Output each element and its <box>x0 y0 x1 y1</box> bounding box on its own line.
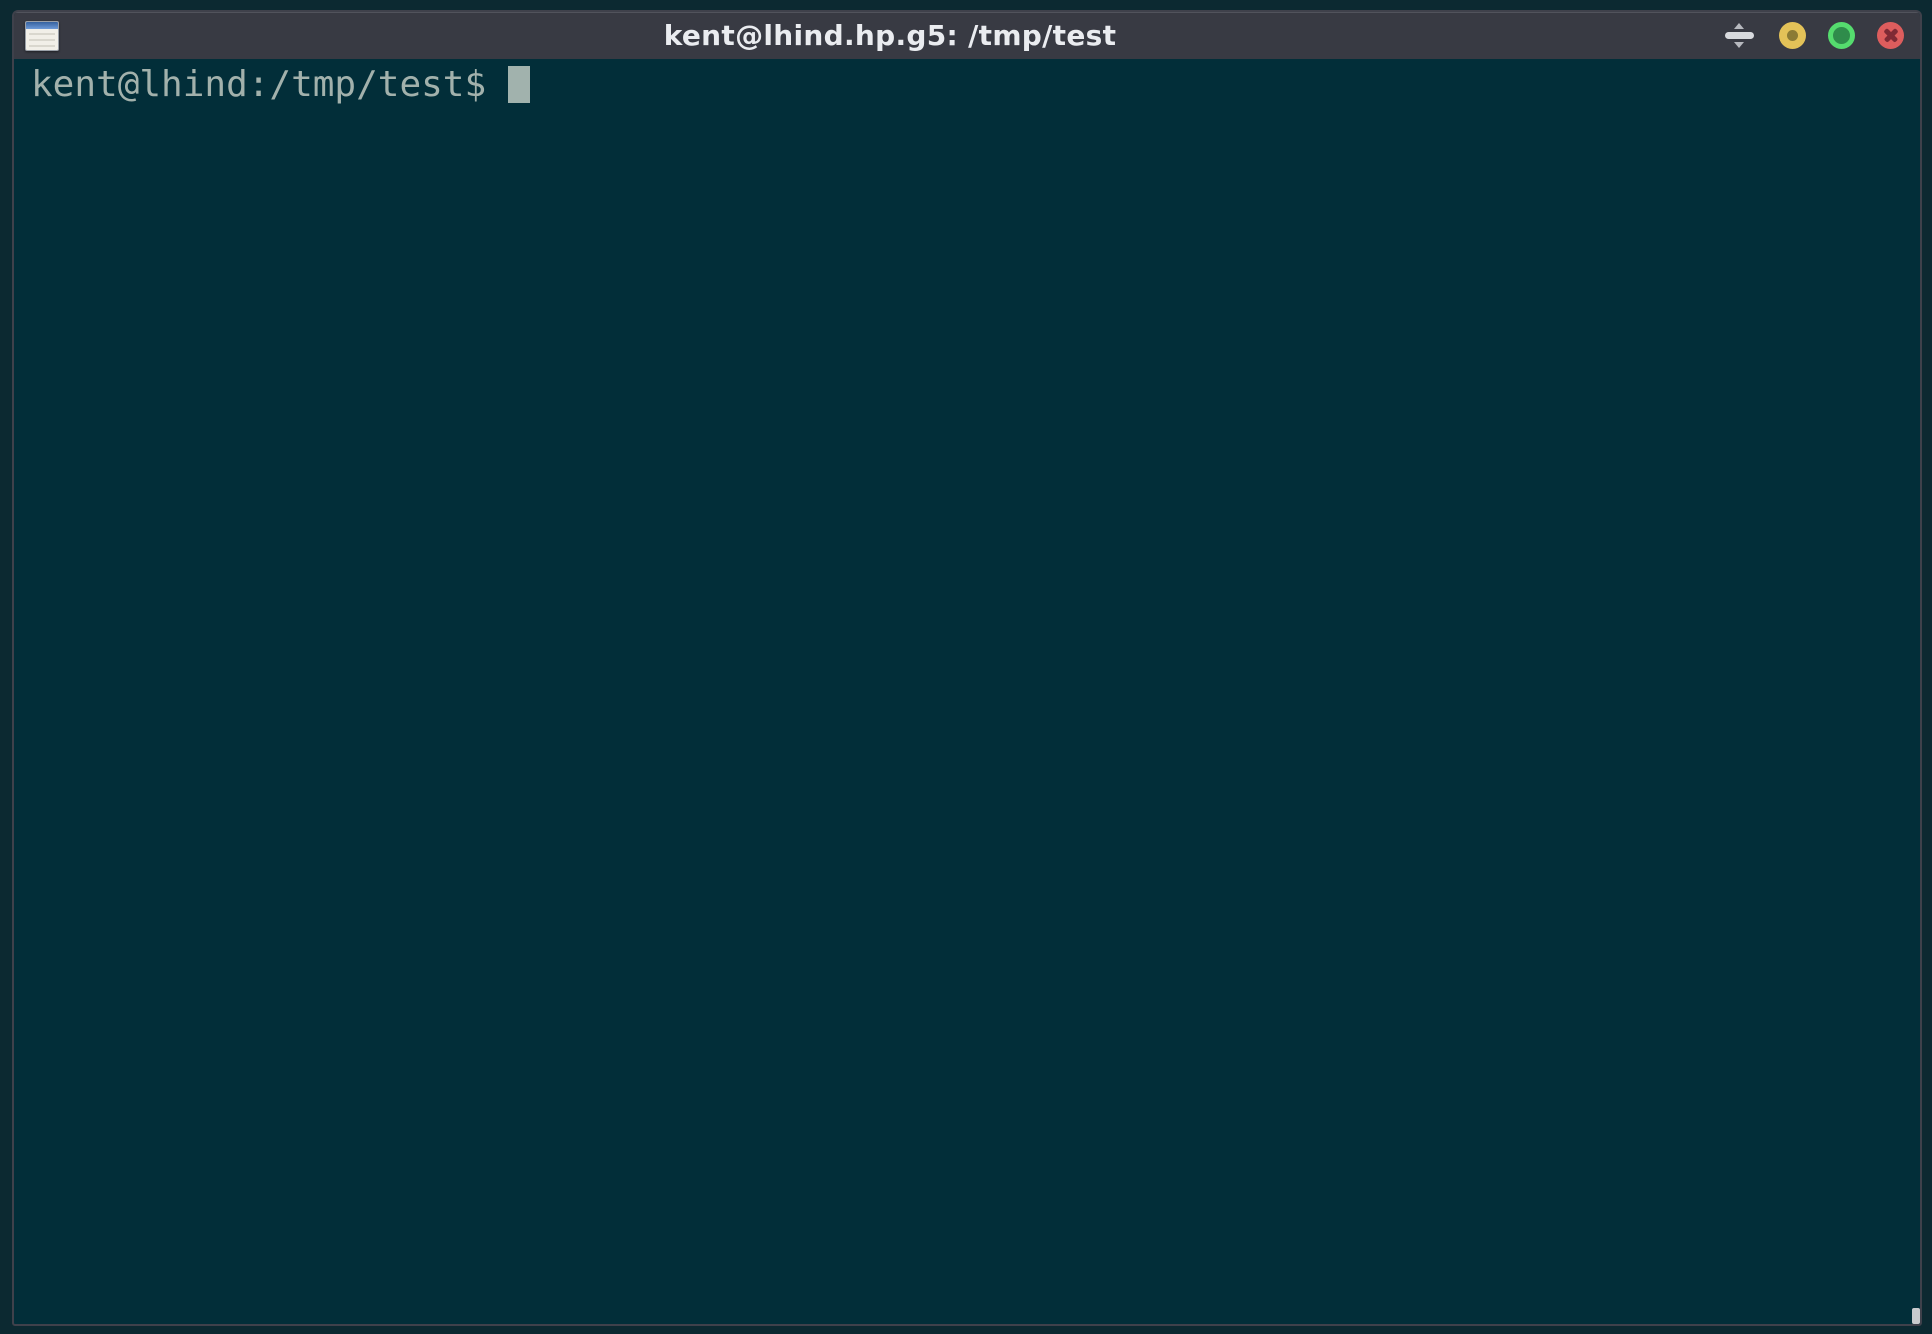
prompt-text: kent@lhind:/tmp/test$ <box>31 64 487 105</box>
window-title: kent@lhind.hp.g5: /tmp/test <box>663 19 1117 52</box>
shade-bar-icon <box>1724 32 1754 39</box>
terminal-cursor <box>508 66 531 103</box>
terminal-screen[interactable]: kent@lhind:/tmp/test$ <box>14 59 1920 1324</box>
prompt-line: kent@lhind:/tmp/test$ <box>31 65 1920 104</box>
minimize-button[interactable] <box>1779 22 1806 49</box>
shade-down-arrow-icon <box>1734 42 1744 48</box>
shade-button[interactable] <box>1721 18 1757 54</box>
terminal-app-icon[interactable] <box>25 20 59 51</box>
window-controls <box>1721 18 1904 54</box>
title-bar[interactable]: kent@lhind.hp.g5: /tmp/test <box>14 12 1920 59</box>
terminal-window: kent@lhind.hp.g5: /tmp/test kent@lhind:/… <box>12 10 1922 1326</box>
scrollbar-thumb[interactable] <box>1912 1308 1920 1324</box>
close-button[interactable] <box>1877 22 1904 49</box>
shade-up-arrow-icon <box>1734 23 1744 29</box>
maximize-button[interactable] <box>1828 22 1855 49</box>
